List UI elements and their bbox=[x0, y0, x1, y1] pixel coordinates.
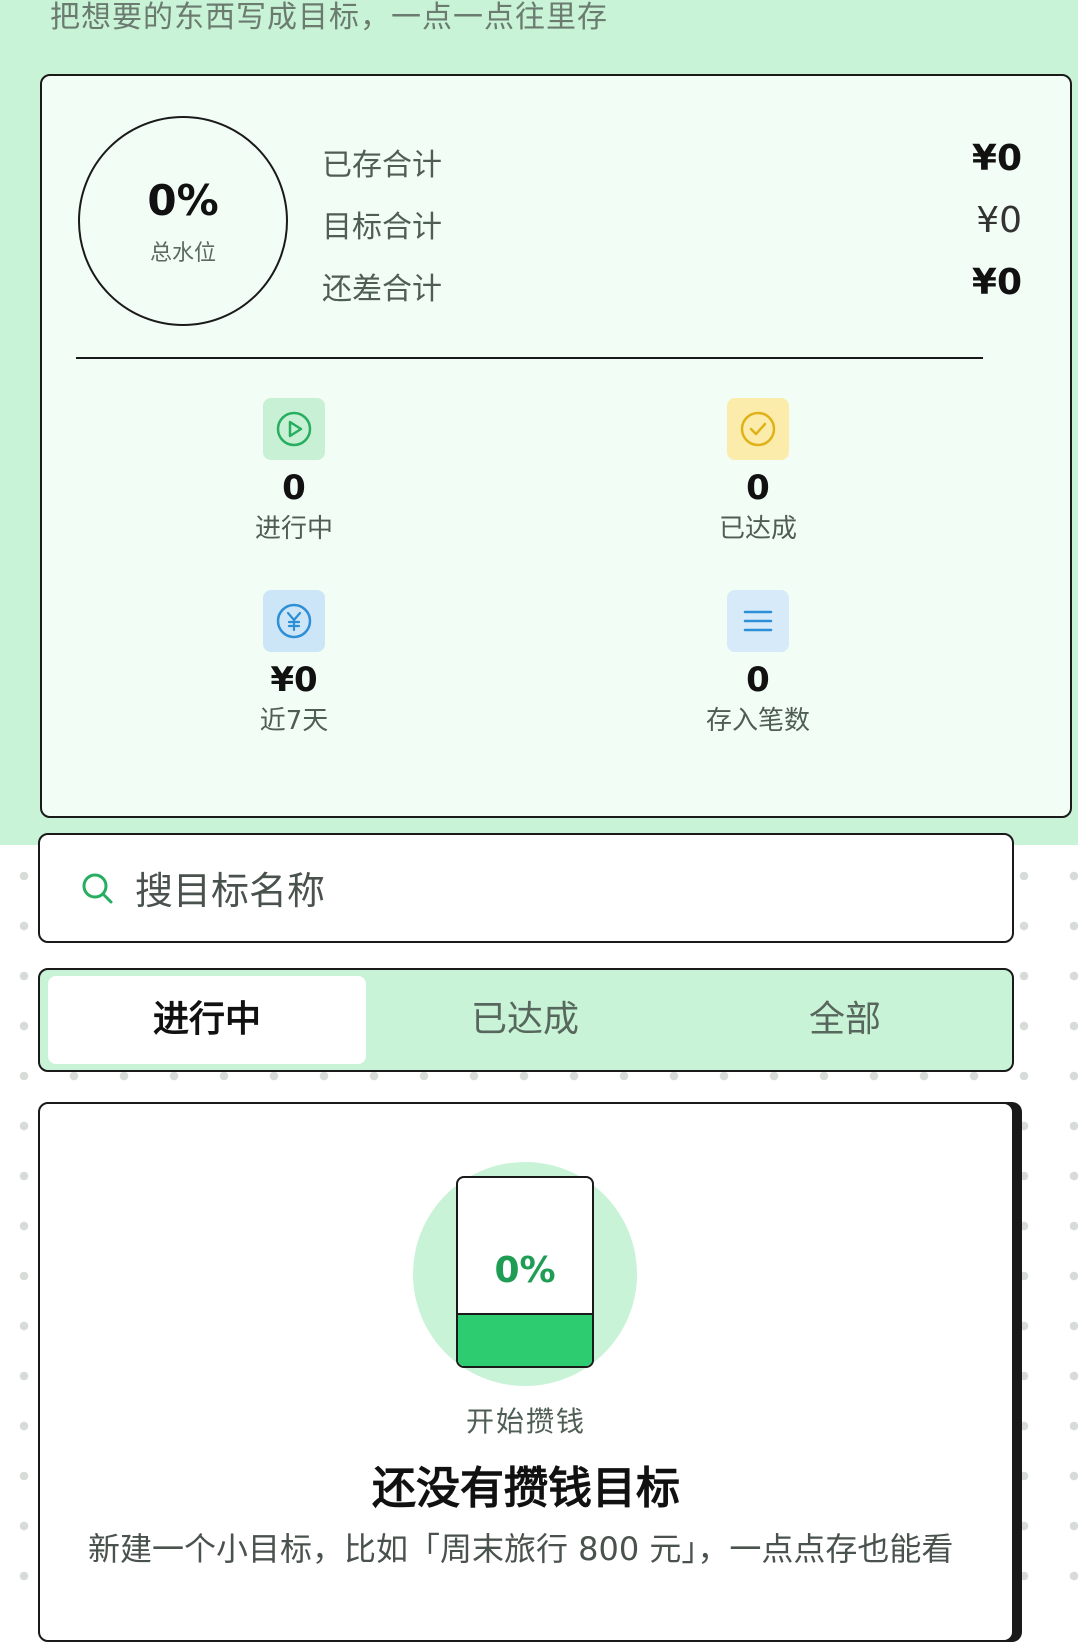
play-icon bbox=[263, 398, 325, 460]
tab-all[interactable]: 全部 bbox=[686, 976, 1004, 1064]
saved-total-label: 已存合计 bbox=[322, 148, 442, 183]
saved-total-value: ¥0 bbox=[971, 138, 1022, 179]
list-icon bbox=[727, 590, 789, 652]
page-subtitle: 把想要的东西写成目标，一点一点往里存 bbox=[50, 0, 608, 35]
search-icon bbox=[80, 871, 116, 911]
remaining-total-value: ¥0 bbox=[971, 262, 1022, 303]
overview-divider bbox=[76, 357, 983, 359]
overview-card: 0% 总水位 已存合计 ¥0 目标合计 ¥0 还差合计 ¥0 0 进行中 0 已… bbox=[40, 74, 1072, 818]
empty-state-title: 还没有攒钱目标 bbox=[372, 1463, 680, 1514]
stat-in-progress: 0 进行中 bbox=[194, 398, 394, 546]
total-progress-label: 总水位 bbox=[149, 241, 216, 266]
remaining-total-label: 还差合计 bbox=[322, 272, 442, 307]
stat-last-7-days: ¥0 近7天 bbox=[194, 590, 394, 738]
search-placeholder: 搜目标名称 bbox=[135, 869, 326, 913]
last-7-days-label: 近7天 bbox=[259, 706, 329, 736]
check-circle-icon bbox=[727, 398, 789, 460]
search-input[interactable]: 搜目标名称 bbox=[38, 833, 1014, 943]
total-progress-ring: 0% 总水位 bbox=[78, 116, 288, 326]
achieved-count: 0 bbox=[746, 468, 770, 508]
jar-fill bbox=[458, 1313, 592, 1366]
target-total-label: 目标合计 bbox=[322, 210, 442, 245]
total-progress-percent: 0% bbox=[147, 176, 219, 225]
target-total-value: ¥0 bbox=[976, 200, 1022, 241]
empty-state-card: 0% 开始攒钱 还没有攒钱目标 新建一个小目标，比如「周末旅行 800 元」，一… bbox=[38, 1102, 1014, 1642]
in-progress-label: 进行中 bbox=[254, 514, 333, 544]
jar-percent: 0% bbox=[494, 1250, 556, 1291]
deposit-count: 0 bbox=[746, 660, 770, 700]
achieved-label: 已达成 bbox=[718, 514, 797, 544]
stat-deposit-count: 0 存入笔数 bbox=[658, 590, 858, 738]
stat-achieved: 0 已达成 bbox=[658, 398, 858, 546]
status-tabs: 进行中 已达成 全部 bbox=[38, 968, 1014, 1072]
last-7-days-amount: ¥0 bbox=[270, 660, 318, 700]
empty-state-description: 新建一个小目标，比如「周末旅行 800 元」，一点点存也能看 bbox=[88, 1530, 954, 1568]
empty-state-caption: 开始攒钱 bbox=[465, 1405, 586, 1438]
in-progress-count: 0 bbox=[282, 468, 306, 508]
tab-achieved[interactable]: 已达成 bbox=[366, 976, 684, 1064]
yen-circle-icon bbox=[263, 590, 325, 652]
savings-jar-icon: 0% bbox=[456, 1176, 594, 1368]
remaining-total-row: 还差合计 ¥0 bbox=[322, 256, 1022, 307]
saved-total-row: 已存合计 ¥0 bbox=[322, 132, 1022, 183]
deposit-count-label: 存入笔数 bbox=[705, 706, 810, 736]
target-total-row: 目标合计 ¥0 bbox=[322, 194, 1022, 245]
top-section: 把想要的东西写成目标，一点一点往里存 0% 总水位 已存合计 ¥0 目标合计 ¥… bbox=[0, 0, 1078, 845]
tab-in-progress[interactable]: 进行中 bbox=[48, 976, 366, 1064]
